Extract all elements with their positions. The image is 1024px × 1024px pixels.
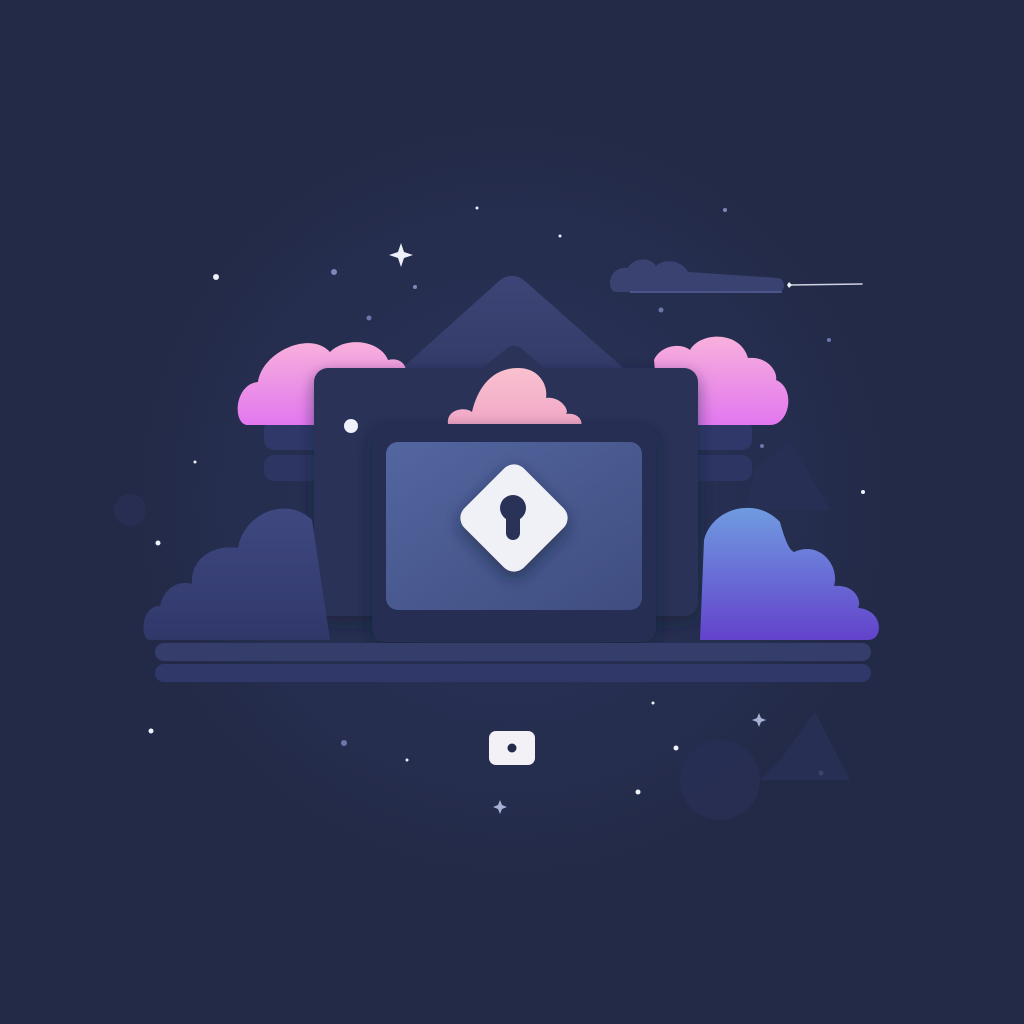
star — [558, 234, 562, 238]
ground-bar-bottom — [155, 664, 871, 682]
background-blob — [680, 740, 760, 820]
star — [861, 490, 865, 494]
security-illustration — [92, 80, 932, 920]
star — [193, 460, 197, 464]
star — [723, 208, 727, 212]
star — [475, 206, 479, 210]
star — [405, 758, 409, 762]
camera-dot-icon — [507, 743, 517, 753]
star — [413, 285, 417, 289]
indicator-dot-icon — [344, 419, 358, 433]
star — [760, 444, 764, 448]
star — [658, 307, 664, 313]
star — [148, 728, 154, 734]
star — [673, 745, 679, 751]
star — [366, 315, 372, 321]
camera-dot-button[interactable] — [489, 731, 535, 765]
star — [827, 338, 831, 342]
star — [213, 274, 219, 280]
star — [341, 740, 347, 746]
background-blob — [114, 494, 146, 526]
star — [331, 269, 337, 275]
ground-bar-top — [155, 643, 871, 661]
star — [155, 540, 161, 546]
star — [651, 701, 655, 705]
star — [635, 789, 641, 795]
